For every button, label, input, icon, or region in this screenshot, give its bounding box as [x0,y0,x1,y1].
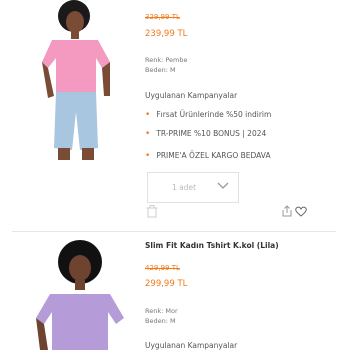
current-price: 299,99 TL [145,279,188,289]
current-price: 239,99 TL [145,29,188,39]
quantity-select[interactable]: 1 adet [147,172,239,203]
product-image-lilac-tshirt[interactable] [12,238,124,350]
model-photo [36,240,124,350]
model-photo [42,0,110,160]
item-divider [12,231,336,232]
bullet-icon: • [145,110,151,120]
size-label: Beden: M [145,317,176,325]
bullet-icon: • [145,151,151,161]
bullet-icon: • [145,129,151,139]
campaigns-title: Uygulanan Kampanyalar [145,341,238,350]
variant-info: Renk: Pembe Beden: M [145,55,188,75]
share-icon[interactable] [281,205,293,217]
quantity-label: 1 adet [172,183,197,192]
old-price: 329,99 TL [145,13,180,21]
campaign-item: • Fırsat Ürünlerinde %50 indirim [145,110,272,120]
campaigns-title: Uygulanan Kampanyalar [145,91,238,100]
heart-icon[interactable] [295,206,307,217]
product-image-pink-tshirt[interactable] [12,0,124,160]
old-price: 429,99 TL [145,264,180,272]
chevron-down-icon [217,182,229,189]
variant-info: Renk: Mor Beden: M [145,306,178,326]
campaign-item: • PRIME'A ÖZEL KARGO BEDAVA [145,151,271,161]
size-label: Beden: M [145,66,176,74]
trash-icon[interactable] [146,205,158,218]
color-label: Renk: Mor [145,307,178,315]
campaign-item: • TR-PRIME %10 BONUS | 2024 [145,129,267,139]
color-label: Renk: Pembe [145,56,188,64]
product-title[interactable]: Slim Fit Kadın Tshirt K.kol (Lila) [145,241,279,250]
